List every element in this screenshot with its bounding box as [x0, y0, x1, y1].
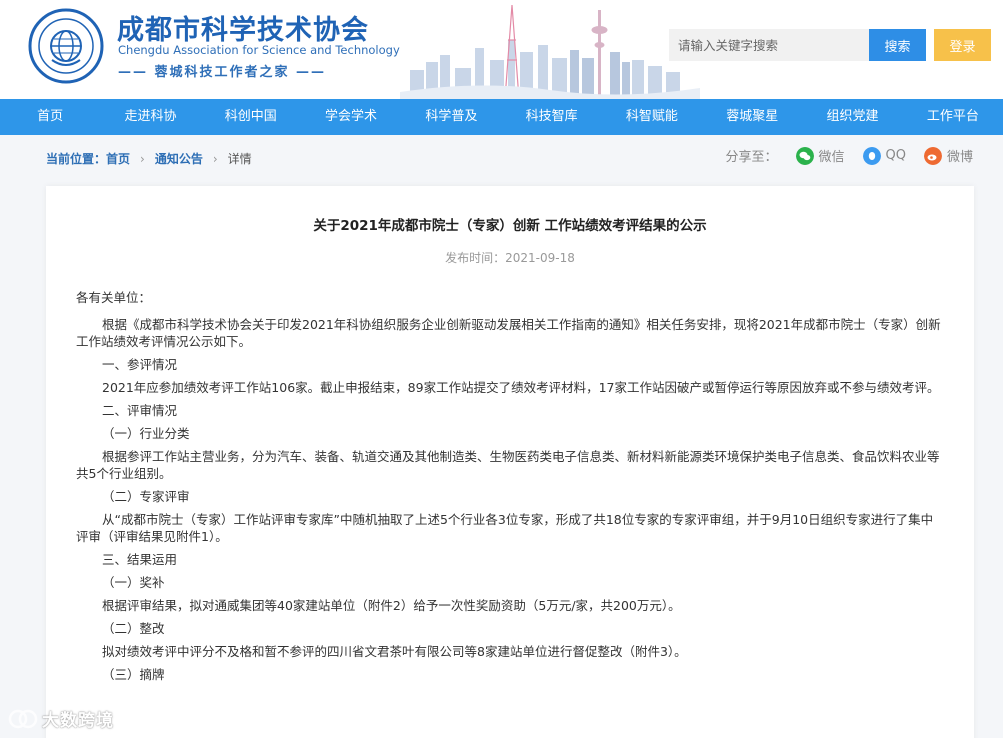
login-button[interactable]: 登录 [934, 29, 991, 61]
cast-logo-icon[interactable] [28, 8, 104, 84]
article-date: 发布时间：2021-09-18 [445, 251, 575, 265]
watermark-logo-icon [8, 709, 38, 728]
main-nav: 首页 走进科协 科创中国 学会学术 科学普及 科技智库 科智赋能 蓉城聚星 组织… [0, 99, 1003, 135]
share-qq-label: QQ [885, 148, 906, 163]
article-subheading: （一）行业分类 [102, 426, 190, 441]
nav-item-academic[interactable]: 学会学术 [301, 99, 401, 135]
breadcrumb-current: 详情 [227, 152, 252, 166]
nav-item-platform[interactable]: 工作平台 [903, 99, 1003, 135]
article-paragraph: 拟对绩效考评中评分不及格和暂不参评的四川省文君茶叶有限公司等8家建站单位进行督促… [102, 644, 687, 659]
article-title: 关于2021年成都市院士（专家）创新 工作站绩效考评结果的公示 [313, 218, 707, 234]
breadcrumb-section-link[interactable]: 通知公告 [155, 150, 203, 167]
nav-item-party[interactable]: 组织党建 [802, 99, 902, 135]
breadcrumb-home-link[interactable]: 首页 [106, 150, 130, 167]
article-heading: 二、评审情况 [102, 403, 178, 418]
article-paragraph: 2021年应参加绩效考评工作站106家。截止申报结束，89家工作站提交了绩效考评… [102, 380, 940, 395]
wechat-icon [795, 146, 814, 165]
city-skyline-illustration [400, 4, 700, 99]
chevron-right-icon: › [212, 151, 218, 166]
article-salutation: 各有关单位： [76, 290, 152, 305]
share-bar: 分享至： 微信 QQ 微博 [725, 146, 973, 165]
watermark-text: 大数跨境 [42, 711, 114, 731]
watermark: 大数跨境 [8, 706, 114, 731]
article-paragraph: 根据《成都市科学技术协会关于印发2021年科协组织服务企业创新驱动发展相关工作指… [76, 317, 941, 349]
breadcrumb-prefix: 当前位置： [46, 152, 107, 166]
share-wechat-button[interactable]: 微信 [795, 146, 845, 165]
article-subheading: （三）摘牌 [102, 667, 165, 682]
article-paragraph: 根据评审结果，拟对通威集团等40家建站单位（附件2）给予一次性奖励资助（5万元/… [102, 598, 681, 613]
site-slogan: —— 蓉城科技工作者之家 —— [118, 65, 327, 80]
nav-item-kechuang[interactable]: 科创中国 [201, 99, 301, 135]
site-header: 成都市科学技术协会 Chengdu Association for Scienc… [0, 0, 1003, 99]
nav-item-popsci[interactable]: 科学普及 [401, 99, 501, 135]
site-title: 成都市科学技术协会 [117, 15, 369, 46]
nav-item-thinktank[interactable]: 科技智库 [501, 99, 601, 135]
article-paragraph: 从“成都市院士（专家）工作站评审专家库”中随机抽取了上述5个行业各3位专家，形成… [76, 512, 934, 544]
article-body: 各有关单位： 根据《成都市科学技术协会关于印发2021年科协组织服务企业创新驱动… [76, 289, 944, 689]
share-qq-button[interactable]: QQ [862, 146, 906, 165]
nav-item-about[interactable]: 走进科协 [100, 99, 200, 135]
weibo-icon [923, 146, 942, 165]
share-weibo-label: 微博 [946, 150, 973, 165]
chevron-right-icon: › [140, 151, 145, 166]
article-card: 关于2021年成都市院士（专家）创新 工作站绩效考评结果的公示 发布时间：202… [46, 186, 974, 738]
qq-icon [862, 146, 881, 165]
article-heading: 一、参评情况 [102, 357, 178, 372]
article-subheading: （一）奖补 [102, 575, 165, 590]
site-subtitle-en: Chengdu Association for Science and Tech… [118, 43, 400, 57]
nav-item-stars[interactable]: 蓉城聚星 [702, 99, 802, 135]
share-label: 分享至： [725, 150, 778, 165]
nav-item-home[interactable]: 首页 [0, 99, 100, 135]
share-weibo-button[interactable]: 微博 [923, 146, 973, 165]
breadcrumb: 当前位置： 首页 › 通知公告 › 详情 [46, 150, 252, 167]
article-paragraph: 根据参评工作站主营业务，分为汽车、装备、轨道交通及其他制造类、生物医药类电子信息… [76, 449, 940, 481]
share-wechat-label: 微信 [818, 150, 845, 165]
article-heading: 三、结果运用 [102, 552, 178, 567]
search-button[interactable]: 搜索 [869, 29, 926, 61]
nav-item-empower[interactable]: 科智赋能 [602, 99, 702, 135]
article-subheading: （二）整改 [102, 621, 165, 636]
article-subheading: （二）专家评审 [102, 489, 190, 504]
search-input[interactable] [669, 29, 869, 61]
